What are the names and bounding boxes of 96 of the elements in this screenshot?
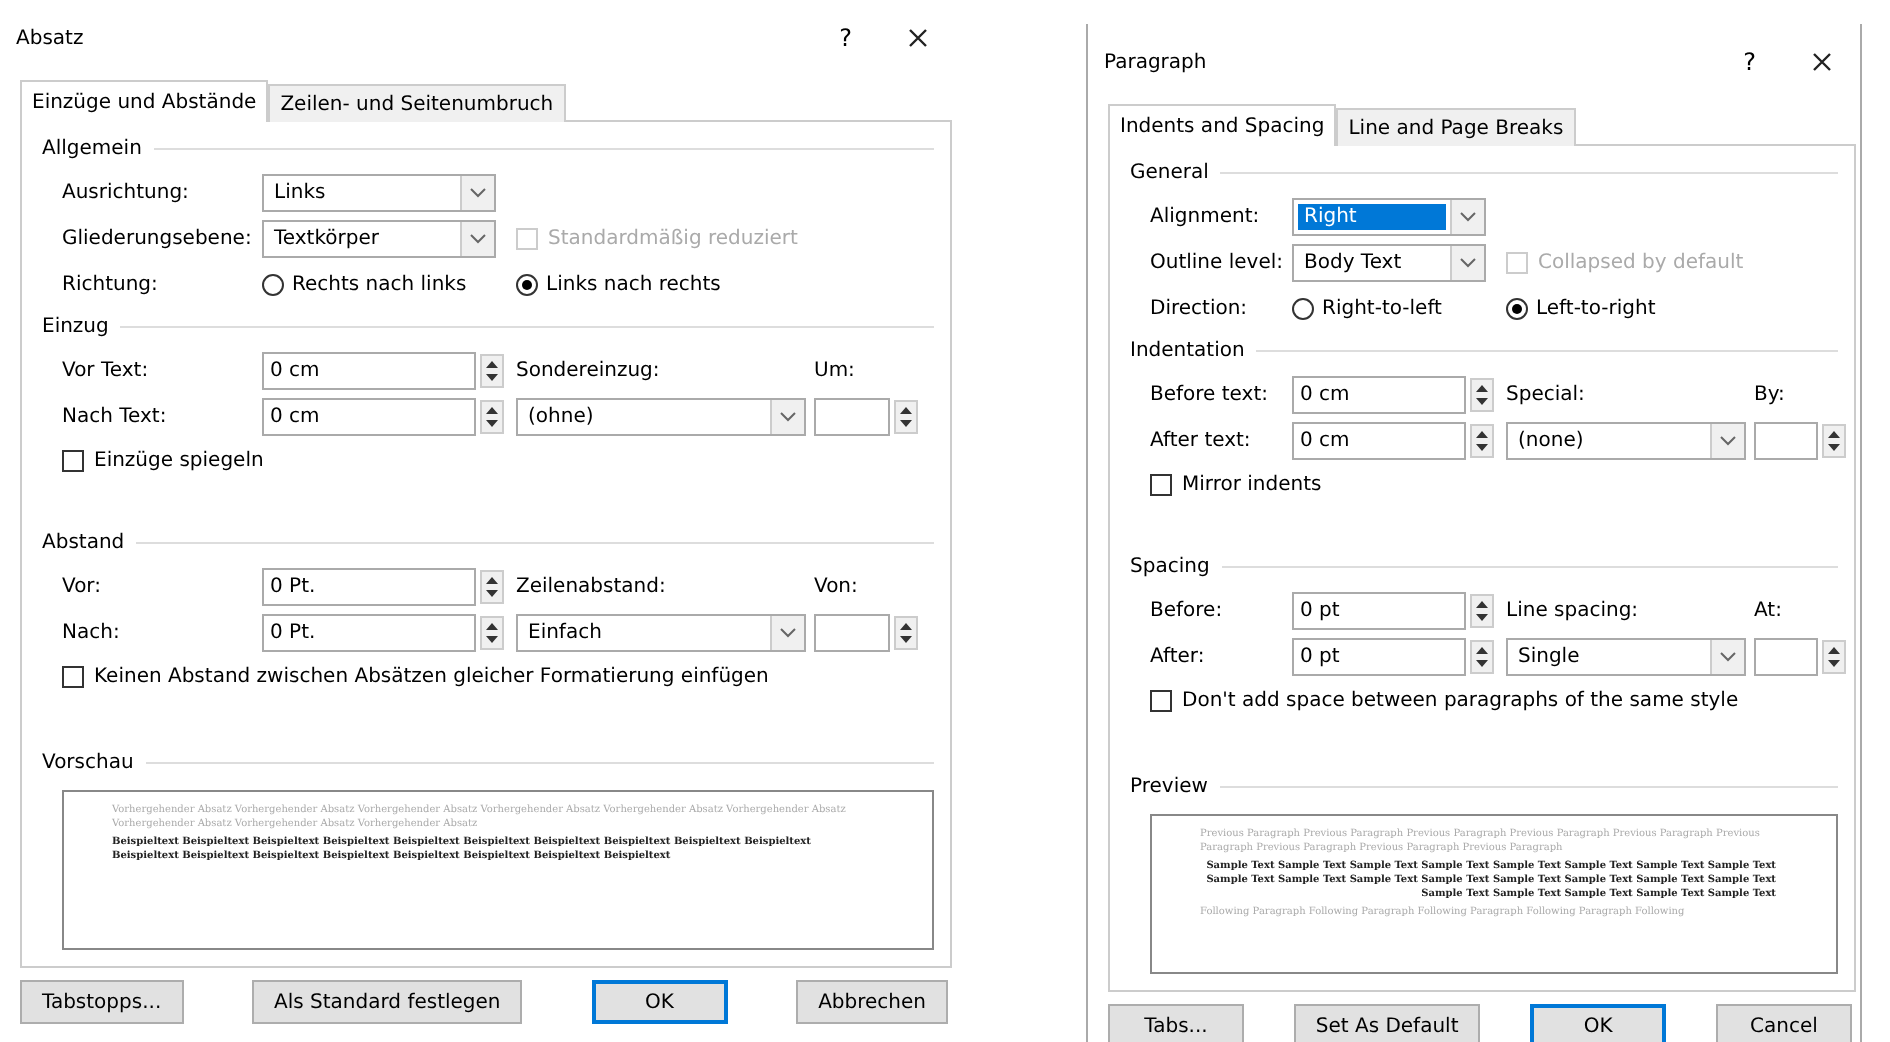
chevron-down-icon [1720,651,1736,662]
checkbox[interactable]: Mirror indents [1150,474,1322,497]
window-title: Absatz [16,27,86,49]
checkbox[interactable]: Einzüge spiegeln [62,450,264,473]
field-label: Alignment: [1150,205,1262,228]
section-heading: General [1130,162,1209,185]
spin-arrows-icon[interactable] [480,615,504,650]
dropdown[interactable]: Links [262,173,496,212]
dialog-button[interactable]: OK [591,980,728,1024]
dropdown[interactable]: (ohne) [516,397,806,436]
tab[interactable]: Line and Page Breaks [1336,108,1576,146]
dropdown[interactable]: Textkörper [262,219,496,258]
number-field[interactable] [1754,421,1818,460]
dialog-button[interactable]: Abbrechen [796,980,948,1024]
dropdown[interactable]: Right [1292,197,1486,236]
checkbox[interactable]: Keinen Abstand zwischen Absätzen gleicher Formatierung einfügen [62,666,769,688]
chevron-down-icon [1720,435,1736,446]
dropdown[interactable]: Body Text [1292,243,1486,282]
spin-arrows-icon[interactable] [1822,639,1846,674]
number-field[interactable]: 0 cm [262,351,476,390]
number-field[interactable] [814,397,890,436]
number-field[interactable]: 0 pt [1292,637,1466,676]
chevron-down-icon [470,187,486,198]
dropdown[interactable]: Einfach [516,613,806,652]
spin-arrows-icon[interactable] [480,569,504,604]
number-field[interactable] [814,613,890,652]
close-icon[interactable] [908,28,928,48]
number-field[interactable]: 0 pt [1292,591,1466,630]
field-label: Vor: [62,575,103,598]
number-field[interactable]: 0 cm [1292,421,1466,460]
dialog-button[interactable]: Cancel [1716,1004,1852,1042]
radio-button[interactable]: Links nach rechts [516,273,814,296]
spin-arrows-icon[interactable] [1822,423,1846,458]
radio-button[interactable]: Right-to-left [1292,297,1506,320]
number-field[interactable]: 0 Pt. [262,567,476,606]
tab[interactable]: Einzüge und Abstände [20,80,269,122]
field-label: After: [1150,645,1207,668]
number-field[interactable] [1754,637,1818,676]
spin-arrows-icon[interactable] [480,353,504,388]
spin-arrows-icon[interactable] [480,399,504,434]
section-heading: Vorschau [42,751,134,774]
close-icon[interactable] [1812,52,1832,72]
field-label: Direction: [1150,297,1250,320]
window-title: Paragraph [1104,51,1209,73]
dialog-button[interactable]: OK [1530,1004,1667,1042]
field-label: Zeilenabstand: [516,575,668,598]
help-button[interactable]: ? [839,24,852,52]
radio-button[interactable]: Rechts nach links [262,273,516,296]
radio-button[interactable]: Left-to-right [1506,297,1754,320]
dropdown[interactable]: (none) [1506,421,1746,460]
field-label: Von: [814,575,860,598]
spin-arrows-icon[interactable] [1470,639,1494,674]
chevron-down-icon [780,411,796,422]
field-label: Nach Text: [62,405,169,428]
spin-arrows-icon[interactable] [1470,423,1494,458]
spin-arrows-icon[interactable] [1470,593,1494,628]
help-button[interactable]: ? [1743,48,1756,76]
field-label: After text: [1150,429,1253,452]
field-label: At: [1754,599,1784,622]
dropdown[interactable]: Single [1506,637,1746,676]
section-heading: Spacing [1130,556,1210,579]
field-label: Ausrichtung: [62,181,191,204]
dialog-button[interactable]: Tabs... [1108,1004,1244,1042]
field-label: Sondereinzug: [516,359,662,382]
tab[interactable]: Zeilen- und Seitenumbruch [268,84,566,122]
spin-arrows-icon[interactable] [1470,377,1494,412]
field-label: Before: [1150,599,1225,622]
field-label: Line spacing: [1506,599,1641,622]
section-heading: Abstand [42,532,125,555]
dialog-button[interactable]: Set As Default [1293,1004,1481,1042]
spin-arrows-icon[interactable] [894,615,918,650]
field-label: Gliederungsebene: [62,227,254,250]
section-heading: Allgemein [42,138,142,161]
field-label: Before text: [1150,383,1270,406]
chevron-down-icon [780,627,796,638]
tab[interactable]: Indents and Spacing [1108,104,1337,146]
field-label: Nach: [62,621,122,644]
field-label: Outline level: [1150,251,1286,274]
section-heading: Indentation [1130,340,1245,363]
section-heading: Preview [1130,775,1208,798]
number-field[interactable]: 0 cm [262,397,476,436]
number-field[interactable]: 0 Pt. [262,613,476,652]
dialog-button[interactable]: Tabstopps... [20,980,184,1024]
field-label: Special: [1506,383,1587,406]
field-label: By: [1754,383,1787,406]
chevron-down-icon [1460,257,1476,268]
field-label: Vor Text: [62,359,151,382]
checkbox[interactable]: Don't add space between paragraphs of the same style [1150,690,1739,712]
section-heading: Einzug [42,316,109,339]
field-label: Um: [814,359,857,382]
number-field[interactable]: 0 cm [1292,375,1466,414]
chevron-down-icon [470,233,486,244]
dialog-button[interactable]: Als Standard festlegen [252,980,523,1024]
spin-arrows-icon[interactable] [894,399,918,434]
chevron-down-icon [1460,211,1476,222]
field-label: Richtung: [62,273,160,296]
